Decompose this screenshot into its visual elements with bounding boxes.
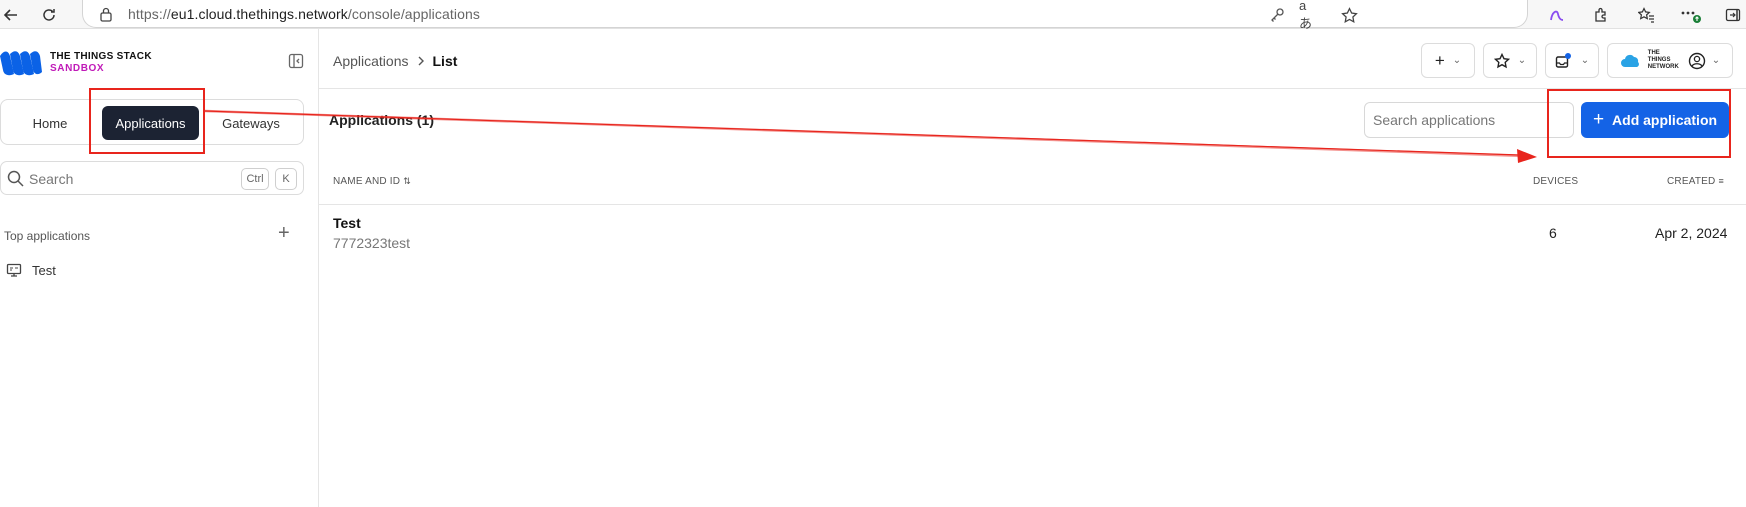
inbox-notification-icon (1555, 52, 1571, 68)
favorites-icon[interactable] (1635, 4, 1657, 26)
lock-icon (100, 7, 112, 22)
brand-title: THE THINGS STACK (50, 51, 152, 62)
brand-subtitle: SANDBOX (50, 63, 105, 74)
application-icon (6, 263, 22, 277)
breadcrumb-applications[interactable]: Applications (333, 53, 409, 69)
chevron-down-icon: ⌄ (1452, 55, 1462, 66)
nav-home[interactable]: Home (8, 106, 92, 140)
column-header-devices[interactable]: DEVICES (1533, 176, 1578, 187)
copilot-icon[interactable] (1546, 4, 1568, 26)
add-top-application-icon[interactable]: + (278, 222, 290, 245)
browser-toolbar: https://eu1.cloud.thethings.network/cons… (0, 0, 1746, 31)
sidebar-toggle-icon[interactable] (1722, 4, 1744, 26)
sort-icon: ⇅ (403, 176, 411, 186)
search-applications-input[interactable] (1365, 103, 1573, 137)
star-icon (1493, 52, 1510, 68)
collapse-sidebar-icon[interactable] (288, 53, 304, 69)
sort-desc-icon: ≡ (1718, 176, 1724, 186)
translate-icon[interactable]: aあ (1299, 0, 1319, 31)
row-devices-count: 6 (1549, 225, 1557, 241)
favorite-star-icon[interactable] (1339, 5, 1359, 25)
column-header-created[interactable]: CREATED ≡ (1667, 176, 1724, 187)
table-divider (319, 204, 1746, 205)
create-menu-button[interactable]: + ⌄ (1421, 43, 1475, 78)
breadcrumb: Applications List (333, 53, 457, 69)
chevron-right-icon (418, 56, 424, 66)
ttn-brand-text: THE THINGS NETWORK (1647, 50, 1679, 70)
row-app-id[interactable]: 7772323test (333, 235, 410, 251)
top-applications-heading: Top applications (4, 229, 91, 243)
user-avatar-icon (1688, 52, 1705, 69)
sidebar-app-item[interactable]: Test (6, 259, 56, 281)
key-icon[interactable] (1267, 5, 1287, 25)
page-title: Applications (1) (329, 112, 435, 128)
extensions-icon[interactable] (1590, 4, 1612, 26)
back-arrow-icon[interactable] (0, 4, 22, 26)
url-text: https://eu1.cloud.thethings.network/cons… (128, 6, 480, 22)
bookmarks-menu-button[interactable]: ⌄ (1483, 43, 1537, 78)
ttn-cloud-logo-icon (1620, 54, 1639, 67)
plus-icon: + (1434, 50, 1445, 70)
nav-gateways[interactable]: Gateways (206, 106, 296, 140)
shortcut-k: K (275, 168, 297, 190)
notifications-menu-button[interactable]: ⌄ (1545, 43, 1599, 78)
chevron-down-icon: ⌄ (1517, 55, 1527, 66)
breadcrumb-list: List (432, 53, 458, 69)
reload-icon[interactable] (38, 4, 60, 26)
column-header-name[interactable]: NAME AND ID ⇅ (333, 176, 411, 187)
annotation-box-add-application (1547, 89, 1731, 158)
chevron-down-icon: ⌄ (1711, 55, 1721, 66)
sidebar-search[interactable]: Search Ctrl K (0, 161, 304, 195)
search-icon (7, 170, 24, 187)
chevron-down-icon: ⌄ (1580, 55, 1590, 66)
search-applications-field[interactable] (1364, 102, 1574, 138)
annotation-box-applications (89, 88, 205, 154)
shortcut-ctrl: Ctrl (241, 168, 269, 190)
address-bar[interactable]: https://eu1.cloud.thethings.network/cons… (82, 0, 1528, 31)
row-created-date: Apr 2, 2024 (1655, 225, 1728, 241)
more-options-icon[interactable] (1680, 4, 1702, 26)
sidebar-app-label: Test (32, 262, 56, 278)
sidebar-search-placeholder: Search (29, 171, 74, 187)
user-menu-button[interactable]: THE THINGS NETWORK ⌄ (1607, 43, 1733, 78)
row-app-name[interactable]: Test (333, 215, 361, 231)
